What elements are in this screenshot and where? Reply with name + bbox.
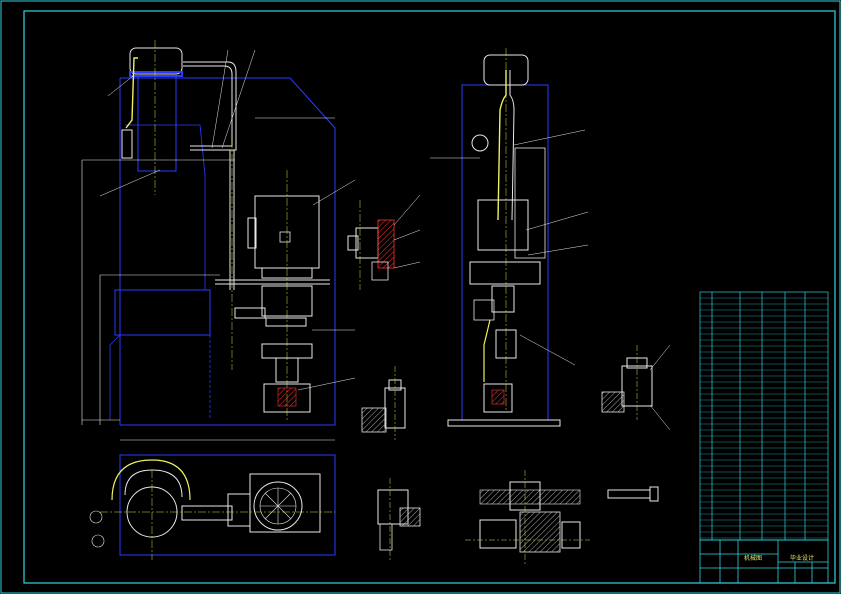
front-view [81, 40, 356, 426]
flange-detail [347, 194, 421, 290]
title-block-title: 毕业设计 [790, 554, 814, 562]
inner-frame [23, 10, 836, 584]
outer-frame [0, 0, 841, 594]
elbow-fitting-detail [361, 366, 406, 440]
parts-list-rows [700, 297, 828, 539]
parts-list [699, 291, 829, 541]
cad-drawing: 机械图 毕业设计 [0, 0, 841, 594]
title-block-company: 机械图 [744, 554, 762, 562]
right-fitting-detail [601, 344, 671, 431]
bottom-section-details [377, 470, 659, 565]
side-view [430, 48, 589, 427]
plan-view [89, 439, 336, 560]
